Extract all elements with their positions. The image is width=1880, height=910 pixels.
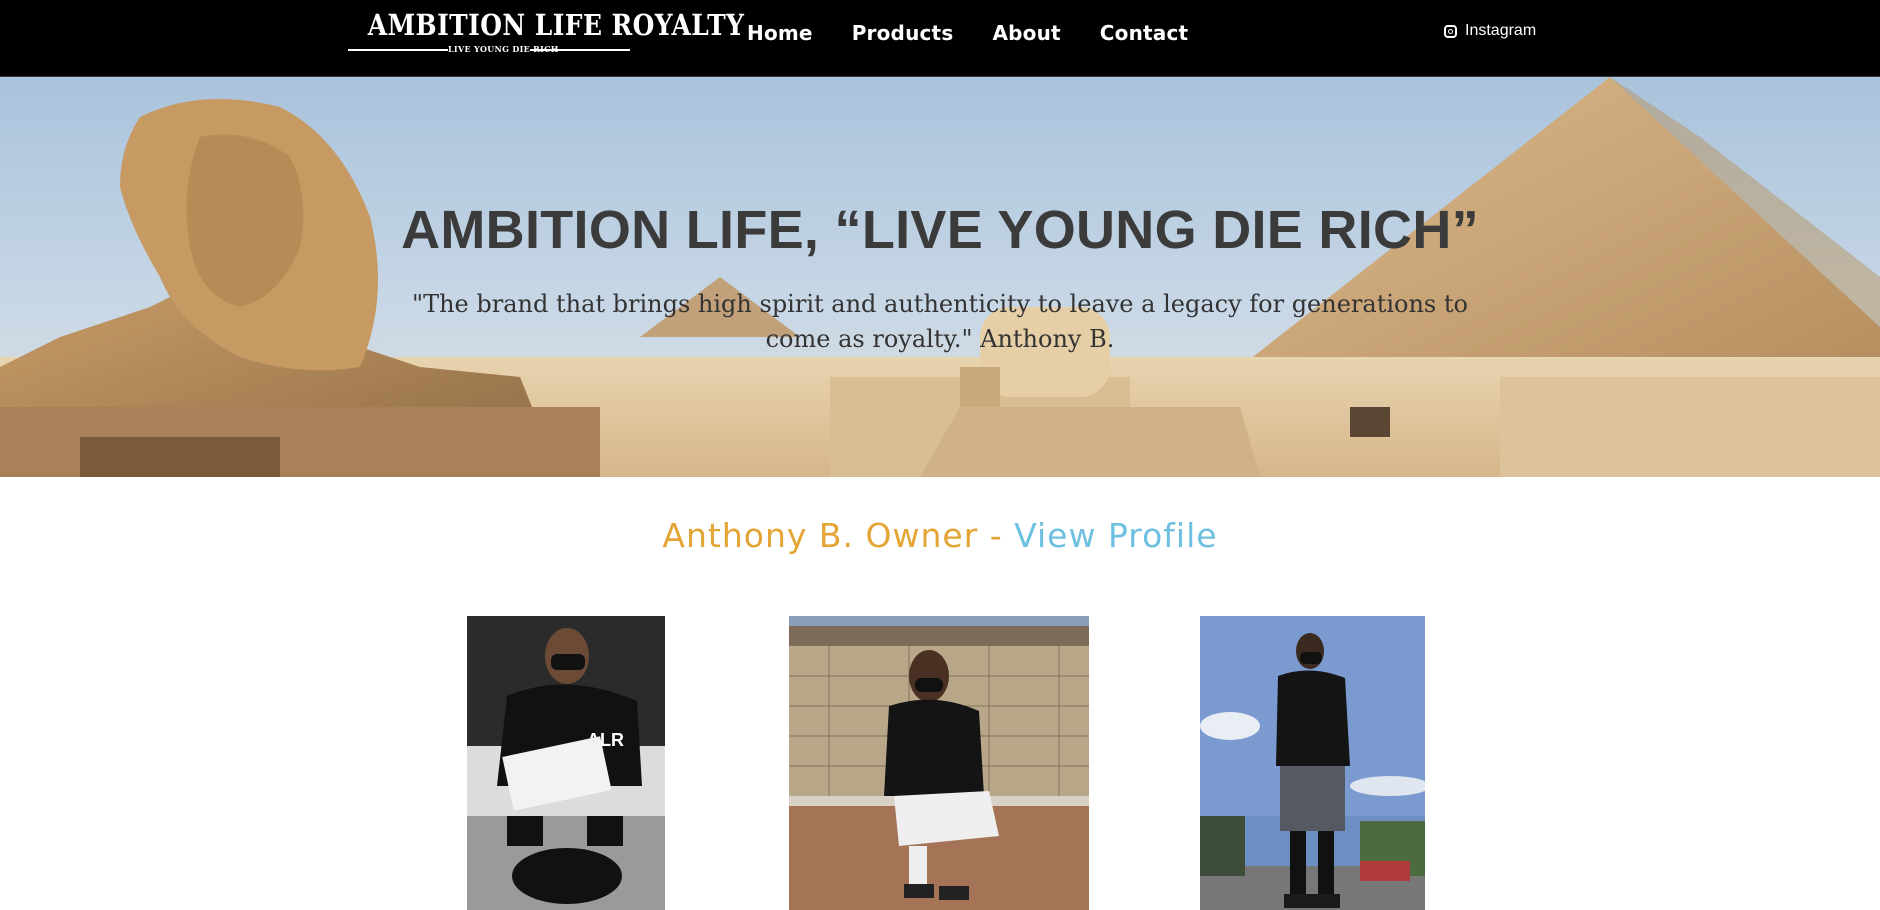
hero-background-image	[0, 77, 1880, 477]
instagram-label: Instagram	[1465, 22, 1537, 39]
logo-divider-right	[530, 49, 630, 51]
brand-logo[interactable]: AMBITION LIFE ROYALTY LIVE YOUNG DIE RIC…	[348, 8, 745, 56]
nav-about[interactable]: About	[992, 21, 1060, 45]
logo-title: AMBITION LIFE ROYALTY	[367, 8, 745, 42]
photo-standing-outdoors[interactable]	[1200, 616, 1425, 910]
photo-image	[789, 616, 1089, 910]
view-profile-link[interactable]: View Profile	[1014, 516, 1217, 555]
owner-name: Anthony B. Owner -	[662, 516, 1015, 555]
instagram-link[interactable]: Instagram	[1444, 22, 1536, 40]
photo-image: ALR	[467, 616, 665, 910]
instagram-icon	[1444, 24, 1457, 38]
photo-sitting-on-railing[interactable]	[789, 616, 1089, 910]
photo-crouching-with-bag[interactable]: ALR	[467, 616, 665, 910]
nav-contact[interactable]: Contact	[1100, 21, 1189, 45]
photo-image	[1200, 616, 1425, 910]
hero-banner: AMBITION LIFE, “LIVE YOUNG DIE RICH” "Th…	[0, 77, 1880, 477]
hero-quote: "The brand that brings high spirit and a…	[412, 290, 1468, 353]
main-nav: Home Products About Contact	[747, 0, 1227, 66]
logo-divider-left	[348, 49, 448, 51]
owner-heading: Anthony B. Owner - View Profile	[0, 516, 1880, 555]
nav-products[interactable]: Products	[852, 21, 954, 45]
hero-title: AMBITION LIFE, “LIVE YOUNG DIE RICH”	[401, 200, 1479, 260]
logo-tagline: LIVE YOUNG DIE RICH	[448, 44, 559, 54]
nav-home[interactable]: Home	[747, 21, 813, 45]
site-header: AMBITION LIFE ROYALTY LIVE YOUNG DIE RIC…	[0, 0, 1880, 77]
